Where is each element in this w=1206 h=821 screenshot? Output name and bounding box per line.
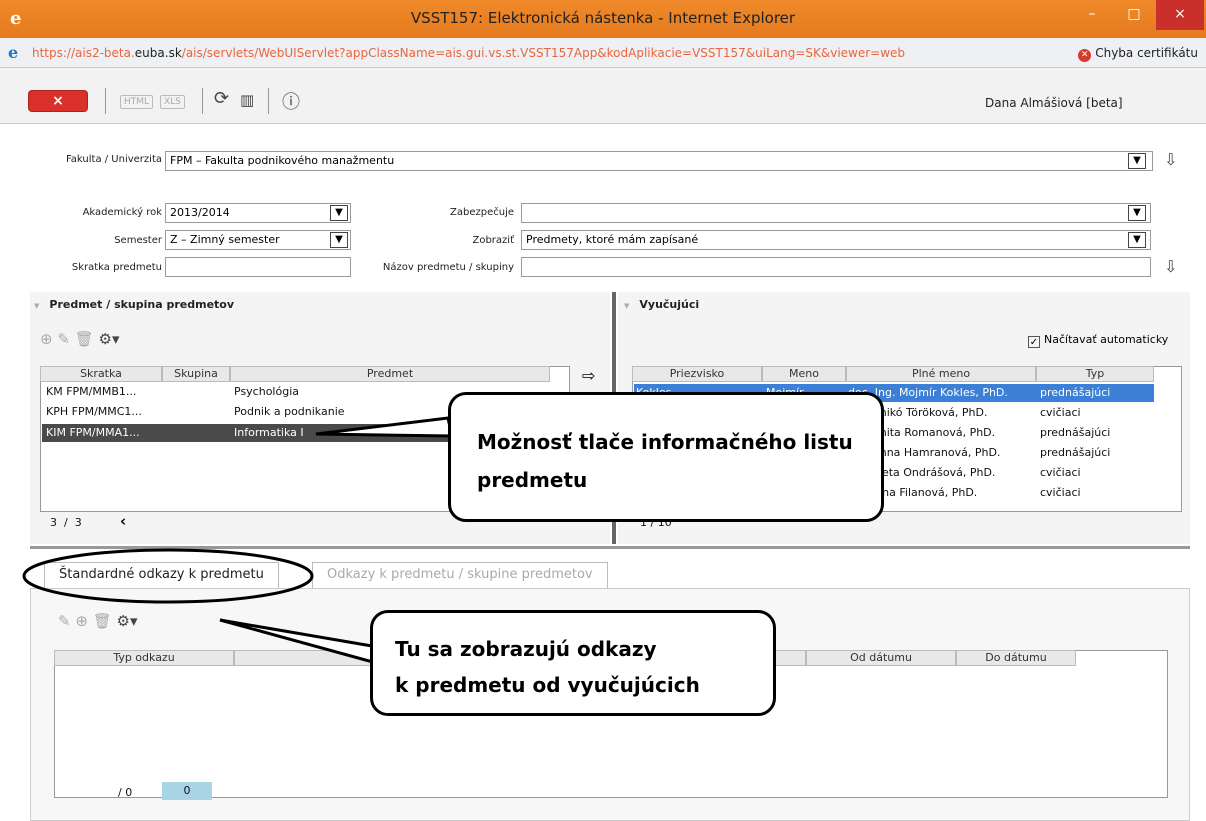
highlight-ellipse [22,548,314,604]
callout-links: Tu sa zobrazujú odkazy k predmetu od vyu… [370,610,776,716]
callout-print: Možnosť tlače informačného listu predmet… [448,392,884,522]
